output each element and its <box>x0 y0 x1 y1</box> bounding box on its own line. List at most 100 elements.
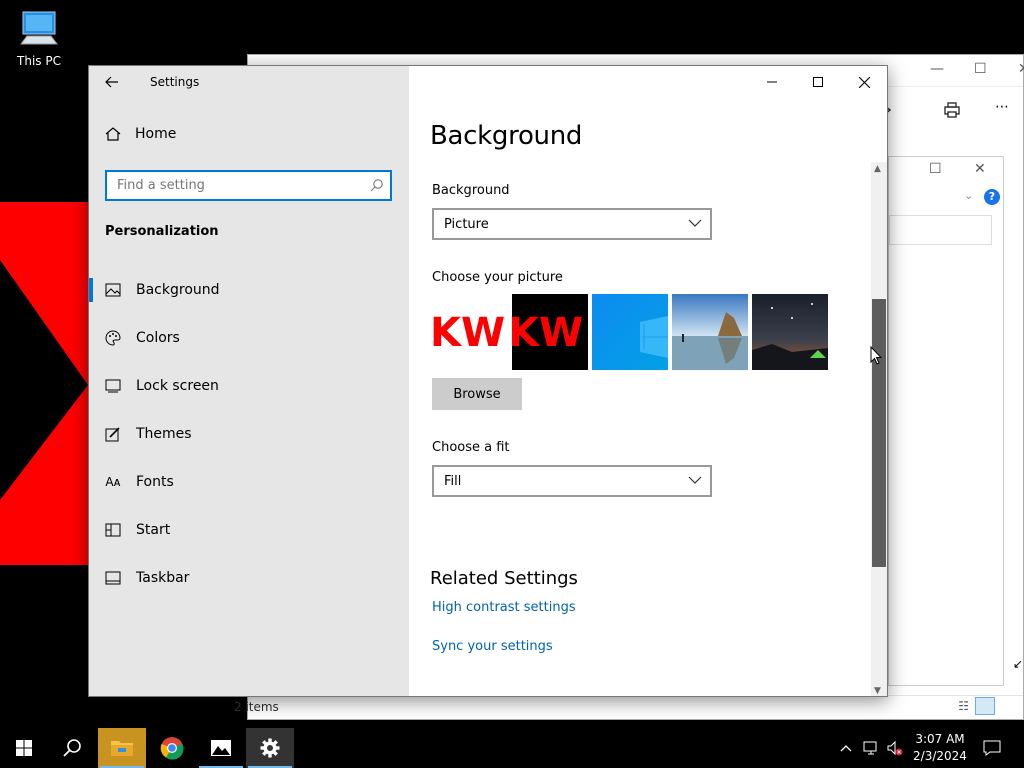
fit-label: Choose a fit <box>432 440 510 455</box>
sync-settings-link[interactable]: Sync your settings <box>432 639 553 654</box>
taskbar: 3:07 AM 2/3/2024 <box>0 728 1024 768</box>
page-title: Background <box>430 121 583 151</box>
desktop-icon-this-pc[interactable]: This PC <box>10 8 68 68</box>
network-tray-button[interactable] <box>860 728 882 768</box>
taskbar-file-explorer[interactable] <box>98 728 146 768</box>
high-contrast-link[interactable]: High contrast settings <box>432 600 576 615</box>
taskbar-clock[interactable]: 3:07 AM 2/3/2024 <box>906 731 974 765</box>
chevron-down-icon <box>688 219 702 227</box>
network-icon <box>863 741 877 755</box>
search-box[interactable] <box>889 215 992 245</box>
clock-time: 3:07 AM <box>915 732 965 746</box>
nav-item-colors[interactable]: Colors <box>89 314 409 362</box>
more-options-icon[interactable]: ⋯ <box>995 99 1009 115</box>
nav-item-label: Themes <box>136 426 192 442</box>
maximize-icon <box>813 77 823 87</box>
content-scrollbar[interactable]: ▲ ▼ <box>871 162 887 696</box>
notification-icon <box>983 740 1001 756</box>
taskbar-icon <box>105 570 121 586</box>
settings-window[interactable]: Settings Home Personalization Background… <box>88 65 888 697</box>
home-button[interactable]: Home <box>105 126 176 142</box>
show-hidden-icons-button[interactable] <box>836 728 856 768</box>
scrollbar-thumb[interactable] <box>872 299 886 567</box>
nav-item-label: Start <box>136 522 171 538</box>
item-count: 2 items <box>234 700 279 714</box>
nav-item-label: Lock screen <box>136 378 219 394</box>
thumbnail-windows-blue[interactable] <box>592 294 668 370</box>
window-title: Settings <box>150 75 200 89</box>
settings-content-pane: Background Background Picture Choose you… <box>409 66 887 696</box>
details-view-icon[interactable]: ☷ <box>958 699 969 713</box>
fonts-icon: Aᴀ <box>105 475 121 489</box>
nav-menu: Background Colors Lock screen Themes Aᴀ … <box>89 266 409 602</box>
settings-search-box[interactable] <box>105 170 392 201</box>
chrome-icon <box>160 737 184 760</box>
explorer-window-front[interactable]: ☐ ✕ ⌄ ? ↙ <box>888 156 1023 686</box>
close-icon <box>858 76 870 88</box>
taskbar-chrome[interactable] <box>148 728 196 768</box>
nav-item-lock-screen[interactable]: Lock screen <box>89 362 409 410</box>
home-icon <box>105 127 121 141</box>
scroll-down-icon[interactable]: ▼ <box>874 686 881 696</box>
print-icon[interactable] <box>943 101 961 119</box>
taskbar-settings[interactable] <box>246 728 294 768</box>
minimize-icon[interactable]: — <box>930 61 944 77</box>
settings-nav-pane: Settings Home Personalization Background… <box>89 66 409 696</box>
taskbar-photos[interactable] <box>197 728 245 768</box>
start-button[interactable] <box>0 728 48 768</box>
close-icon[interactable]: ✕ <box>1018 61 1024 77</box>
caption-buttons <box>749 66 887 98</box>
maximize-icon[interactable]: ☐ <box>929 161 942 177</box>
chevron-down-icon <box>688 476 702 484</box>
taskbar-search-button[interactable] <box>48 728 96 768</box>
svg-text:KW: KW <box>512 310 583 356</box>
chevron-up-icon <box>840 745 852 752</box>
fit-value: Fill <box>444 473 462 489</box>
back-button[interactable] <box>89 66 135 98</box>
large-icons-view-icon[interactable] <box>975 697 995 715</box>
section-heading: Personalization <box>105 224 219 239</box>
nav-item-label: Background <box>136 282 220 298</box>
nav-item-label: Colors <box>136 330 180 346</box>
scroll-up-icon[interactable]: ▲ <box>874 164 881 174</box>
thumbnail-beach[interactable] <box>672 294 748 370</box>
volume-muted-icon <box>887 740 903 756</box>
maximize-icon[interactable]: ☐ <box>974 61 987 77</box>
chevron-down-icon[interactable]: ⌄ <box>964 189 973 202</box>
related-settings-heading: Related Settings <box>430 568 578 589</box>
minimize-button[interactable] <box>749 66 795 98</box>
background-value: Picture <box>444 216 489 232</box>
volume-tray-button[interactable] <box>884 728 906 768</box>
themes-brush-icon <box>105 426 121 442</box>
search-input[interactable] <box>117 178 357 193</box>
background-dropdown[interactable]: Picture <box>432 208 712 240</box>
nav-item-background[interactable]: Background <box>89 266 409 314</box>
close-button[interactable] <box>841 66 887 98</box>
action-center-button[interactable] <box>978 728 1006 768</box>
lock-screen-icon <box>105 378 121 394</box>
picture-thumbnails: KW KW <box>432 294 828 370</box>
minimize-icon <box>767 81 777 83</box>
close-icon[interactable]: ✕ <box>974 161 986 177</box>
desktop-icon-label: This PC <box>17 54 61 68</box>
thumbnail-kw-black[interactable]: KW <box>512 294 588 370</box>
nav-item-taskbar[interactable]: Taskbar <box>89 554 409 602</box>
file-explorer-icon <box>111 741 133 756</box>
thumbnail-kw-white[interactable]: KW <box>432 294 508 370</box>
mouse-cursor-icon <box>870 346 882 365</box>
choose-picture-label: Choose your picture <box>432 270 563 285</box>
start-icon <box>16 740 32 756</box>
clock-date: 2/3/2024 <box>913 749 967 763</box>
fit-dropdown[interactable]: Fill <box>432 465 712 497</box>
image-icon <box>105 282 121 298</box>
nav-item-themes[interactable]: Themes <box>89 410 409 458</box>
nav-item-start[interactable]: Start <box>89 506 409 554</box>
settings-gear-icon <box>260 738 280 758</box>
explorer-statusbar: 2 items ☷ <box>234 695 1023 719</box>
browse-button[interactable]: Browse <box>432 378 522 410</box>
help-icon[interactable]: ? <box>984 189 1000 205</box>
thumbnail-night-sky[interactable] <box>752 294 828 370</box>
maximize-button[interactable] <box>795 66 841 98</box>
palette-icon <box>105 330 121 346</box>
nav-item-fonts[interactable]: Aᴀ Fonts <box>89 458 409 506</box>
